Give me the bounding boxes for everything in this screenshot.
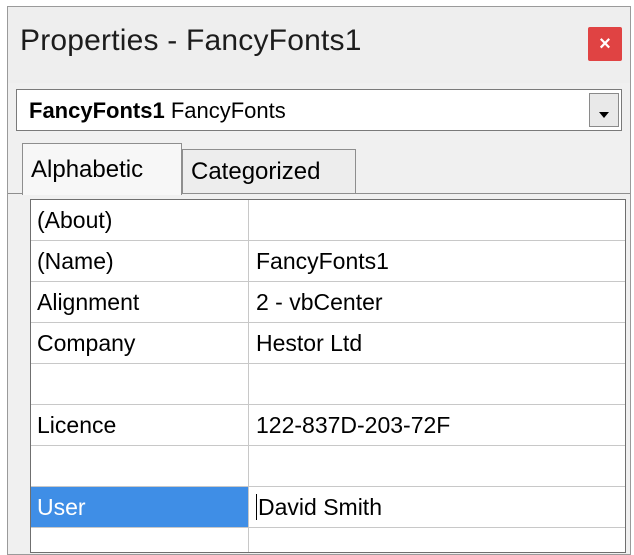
property-grid: (About) (Name) FancyFonts1 Alignment 2 -… — [30, 199, 626, 553]
property-value-editor[interactable]: David Smith — [250, 487, 625, 527]
property-row-user[interactable]: User David Smith — [31, 487, 625, 528]
properties-window: Properties - FancyFonts1 × FancyFonts1 F… — [7, 6, 631, 555]
tab-categorized-label: Categorized — [191, 157, 321, 185]
property-name[interactable] — [31, 446, 249, 486]
dropdown-arrow-button[interactable] — [589, 93, 619, 127]
object-name: FancyFonts1 — [29, 98, 165, 123]
object-selector-dropdown[interactable]: FancyFonts1 FancyFonts — [16, 89, 622, 131]
tab-categorized[interactable]: Categorized — [182, 149, 356, 193]
property-value[interactable] — [250, 364, 625, 404]
property-row-licence[interactable]: Licence 122-837D-203-72F — [31, 405, 625, 446]
property-name[interactable] — [31, 364, 249, 404]
property-name[interactable] — [31, 528, 249, 552]
close-icon: × — [599, 32, 611, 55]
property-name[interactable]: (Name) — [31, 241, 249, 281]
property-name[interactable]: Licence — [31, 405, 249, 445]
title-bar[interactable]: Properties - FancyFonts1 × — [8, 7, 630, 83]
property-row-company[interactable]: Company Hestor Ltd — [31, 323, 625, 364]
property-row-blank-1[interactable] — [31, 364, 625, 405]
tab-alphabetic-label: Alphabetic — [31, 155, 144, 183]
property-name[interactable]: Alignment — [31, 282, 249, 322]
property-name[interactable]: Company — [31, 323, 249, 363]
property-value-text: David Smith — [258, 494, 382, 520]
property-value[interactable] — [250, 200, 625, 240]
property-value[interactable]: Hestor Ltd — [250, 323, 625, 363]
property-name[interactable]: (About) — [31, 200, 249, 240]
property-value[interactable] — [250, 528, 625, 552]
tab-alphabetic[interactable]: Alphabetic — [22, 143, 182, 195]
property-value[interactable] — [250, 446, 625, 486]
property-value[interactable]: FancyFonts1 — [250, 241, 625, 281]
text-caret — [256, 493, 257, 520]
window-title: Properties - FancyFonts1 — [20, 24, 362, 57]
close-button[interactable]: × — [588, 27, 622, 61]
property-row-blank-2[interactable] — [31, 446, 625, 487]
chevron-down-icon — [599, 112, 609, 118]
property-value[interactable]: 122-837D-203-72F — [250, 405, 625, 445]
object-type: FancyFonts — [170, 98, 286, 123]
property-row-alignment[interactable]: Alignment 2 - vbCenter — [31, 282, 625, 323]
object-selector-value: FancyFonts1 FancyFonts — [29, 98, 286, 124]
property-row-blank-3[interactable] — [31, 528, 625, 552]
property-row-name[interactable]: (Name) FancyFonts1 — [31, 241, 625, 282]
property-name[interactable]: User — [31, 487, 249, 527]
property-value[interactable]: 2 - vbCenter — [250, 282, 625, 322]
property-row-about[interactable]: (About) — [31, 200, 625, 241]
